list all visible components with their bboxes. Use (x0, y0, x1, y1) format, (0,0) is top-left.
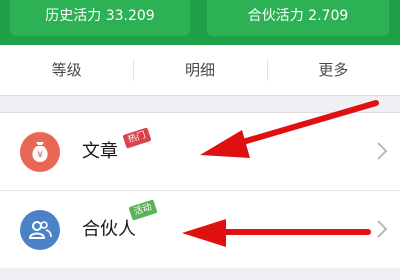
tab-bar: 等级 明细 更多 (0, 45, 400, 96)
partner-vitality-button[interactable]: 合伙活力 2.709 (207, 0, 389, 36)
article-label: 文章 (82, 141, 118, 162)
chevron-right-icon (377, 220, 388, 238)
activity-badge: 活动 (128, 199, 158, 221)
chevron-right-icon (377, 142, 388, 160)
people-icon (20, 210, 60, 250)
history-vitality-button[interactable]: 历史活力 33.209 (10, 0, 190, 36)
menu-list: ¥ 文章 热门 合伙人 活动 (0, 112, 400, 268)
list-item-partner[interactable]: 合伙人 活动 (0, 191, 400, 268)
partner-label: 合伙人 (82, 219, 136, 240)
header-bar: 历史活力 33.209 合伙活力 2.709 (0, 0, 400, 45)
hot-badge: 热门 (122, 127, 152, 149)
money-bag-icon: ¥ (20, 132, 60, 172)
tab-more[interactable]: 更多 (266, 45, 400, 95)
svg-text:¥: ¥ (37, 150, 43, 161)
list-item-article[interactable]: ¥ 文章 热门 (0, 113, 400, 191)
tab-level[interactable]: 等级 (0, 45, 133, 95)
tab-details[interactable]: 明细 (133, 45, 266, 95)
